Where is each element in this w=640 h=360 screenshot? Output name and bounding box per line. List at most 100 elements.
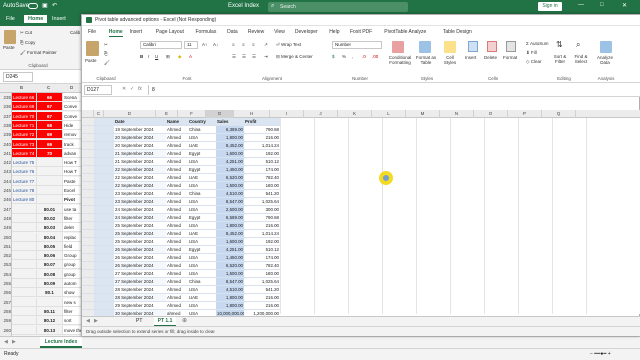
table-cell[interactable]: USA: [188, 198, 216, 206]
id-cell[interactable]: [94, 198, 114, 206]
table-cell[interactable]: 216.00: [244, 294, 280, 302]
table-cell[interactable]: Ahmed: [166, 270, 188, 278]
font-color-icon[interactable]: A: [189, 54, 192, 59]
id-cell[interactable]: [94, 254, 114, 262]
zoom-slider[interactable]: − ━━●━ +: [590, 351, 611, 357]
find-select-button[interactable]: Find & Select: [571, 54, 591, 64]
lecture-number-cell[interactable]: 67: [37, 111, 63, 121]
col-header-q[interactable]: Q: [542, 110, 576, 118]
table-cell[interactable]: 28 September 2024: [114, 294, 166, 302]
fill-color-icon[interactable]: ◆: [178, 54, 181, 59]
table-cell[interactable]: 180.00: [244, 270, 280, 278]
id-cell[interactable]: [94, 206, 114, 214]
lecture-number-cell[interactable]: [37, 297, 63, 307]
table-cell[interactable]: Egypt: [188, 166, 216, 174]
table-cell[interactable]: 1,014.24: [244, 230, 280, 238]
format-cells-icon[interactable]: [506, 41, 516, 52]
table-cell[interactable]: 1,500.00: [216, 182, 244, 190]
table-cell[interactable]: 20 September 2024: [114, 134, 166, 142]
bold-icon[interactable]: B: [140, 54, 143, 59]
tab-file[interactable]: File: [6, 16, 15, 22]
col-header-p[interactable]: P: [508, 110, 542, 118]
lecture-cell[interactable]: [12, 306, 37, 316]
topic-cell[interactable]: filter: [63, 306, 83, 316]
table-cell[interactable]: 8,452.00: [216, 142, 244, 150]
table-cell[interactable]: 22 September 2024: [114, 174, 166, 182]
id-cell[interactable]: [94, 238, 114, 246]
fill-button[interactable]: ⬇ Fill: [526, 50, 537, 55]
lecture-cell[interactable]: [12, 269, 37, 279]
sort-filter-icon[interactable]: ⇅: [556, 41, 563, 49]
col-header-c[interactable]: C: [94, 110, 104, 118]
table-cell[interactable]: Ahmed: [166, 286, 188, 294]
table-cell[interactable]: 8,547.00: [216, 198, 244, 206]
row-number[interactable]: [82, 206, 94, 214]
id-cell[interactable]: [94, 214, 114, 222]
table-cell[interactable]: Ahmed: [166, 142, 188, 150]
currency-icon[interactable]: $: [332, 54, 335, 59]
table-cell[interactable]: 28 September 2024: [114, 286, 166, 294]
conditional-formatting-button[interactable]: Conditional Formatting: [386, 55, 414, 65]
analyze-data-button[interactable]: Analyze Data: [594, 55, 616, 65]
tab-formulas[interactable]: Formulas: [196, 29, 217, 35]
shrink-font-icon[interactable]: A↓: [213, 42, 218, 47]
id-cell[interactable]: [94, 222, 114, 230]
lecture-cell[interactable]: Lecture 70: [12, 111, 37, 121]
table-cell[interactable]: 541.20: [244, 286, 280, 294]
col-header-g[interactable]: G: [206, 110, 234, 118]
lecture-cell[interactable]: [12, 288, 37, 298]
find-select-icon[interactable]: ⌕: [576, 41, 580, 49]
table-cell[interactable]: 1,800.00: [216, 302, 244, 310]
lecture-cell[interactable]: Lecture 69: [12, 102, 37, 112]
id-cell[interactable]: [94, 166, 114, 174]
align-middle-icon[interactable]: ≡: [242, 42, 245, 47]
row-number[interactable]: [82, 262, 94, 270]
topic-cell[interactable]: group: [63, 269, 83, 279]
table-cell[interactable]: USA: [188, 134, 216, 142]
table-cell[interactable]: Ahmed: [166, 254, 188, 262]
topic-cell[interactable]: new s: [63, 297, 83, 307]
paste-icon[interactable]: [4, 30, 16, 44]
decrease-decimal-icon[interactable]: .00: [372, 54, 378, 59]
col-header-d[interactable]: D: [104, 110, 156, 118]
undo-icon[interactable]: ↶: [52, 2, 57, 9]
align-bottom-icon[interactable]: ≡: [252, 42, 255, 47]
align-right-icon[interactable]: ☰: [252, 54, 256, 59]
table-cell[interactable]: Ahmed: [166, 278, 188, 286]
table-cell[interactable]: 192.00: [244, 150, 280, 158]
col-header-f[interactable]: F: [178, 110, 206, 118]
col-header-d[interactable]: D: [70, 85, 73, 90]
table-cell[interactable]: 4,510.00: [216, 190, 244, 198]
id-cell[interactable]: [94, 230, 114, 238]
topic-cell[interactable]: autom: [63, 279, 83, 288]
tab-foxit-pdf[interactable]: Foxit PDF: [350, 29, 372, 35]
row-number[interactable]: [82, 150, 94, 158]
table-cell[interactable]: 6,389.00: [216, 126, 244, 134]
front-format-painter-icon[interactable]: 🖌: [104, 60, 110, 65]
minimize-icon[interactable]: —: [578, 2, 584, 8]
lecture-number-cell[interactable]: [37, 167, 63, 177]
table-cell[interactable]: Egypt: [188, 214, 216, 222]
table-cell[interactable]: 21 September 2024: [114, 150, 166, 158]
table-cell[interactable]: USA: [188, 270, 216, 278]
table-cell[interactable]: USA: [188, 286, 216, 294]
table-header-cell[interactable]: Name: [166, 118, 188, 126]
topic-cell[interactable]: Paste: [63, 176, 83, 186]
table-cell[interactable]: 1,450.00: [216, 254, 244, 262]
topic-cell[interactable]: group: [63, 260, 83, 270]
col-header-n[interactable]: N: [440, 110, 474, 118]
lecture-number-cell[interactable]: 80.09: [37, 279, 63, 288]
table-header-cell[interactable]: Profit: [244, 118, 280, 126]
table-cell[interactable]: 8,547.00: [216, 278, 244, 286]
topic-cell[interactable]: delet: [63, 223, 83, 233]
tab-review[interactable]: Review: [248, 29, 264, 35]
row-number[interactable]: [82, 166, 94, 174]
row-number[interactable]: [82, 126, 94, 134]
id-cell[interactable]: [94, 302, 114, 310]
lecture-cell[interactable]: Lecture 66: [12, 93, 37, 102]
grow-font-icon[interactable]: A↑: [202, 42, 207, 47]
cut-button[interactable]: ✂ Cut: [20, 30, 32, 35]
lecture-number-cell[interactable]: 80.06: [37, 251, 63, 261]
table-cell[interactable]: Ahmed: [166, 222, 188, 230]
table-cell[interactable]: Ahmed: [166, 214, 188, 222]
